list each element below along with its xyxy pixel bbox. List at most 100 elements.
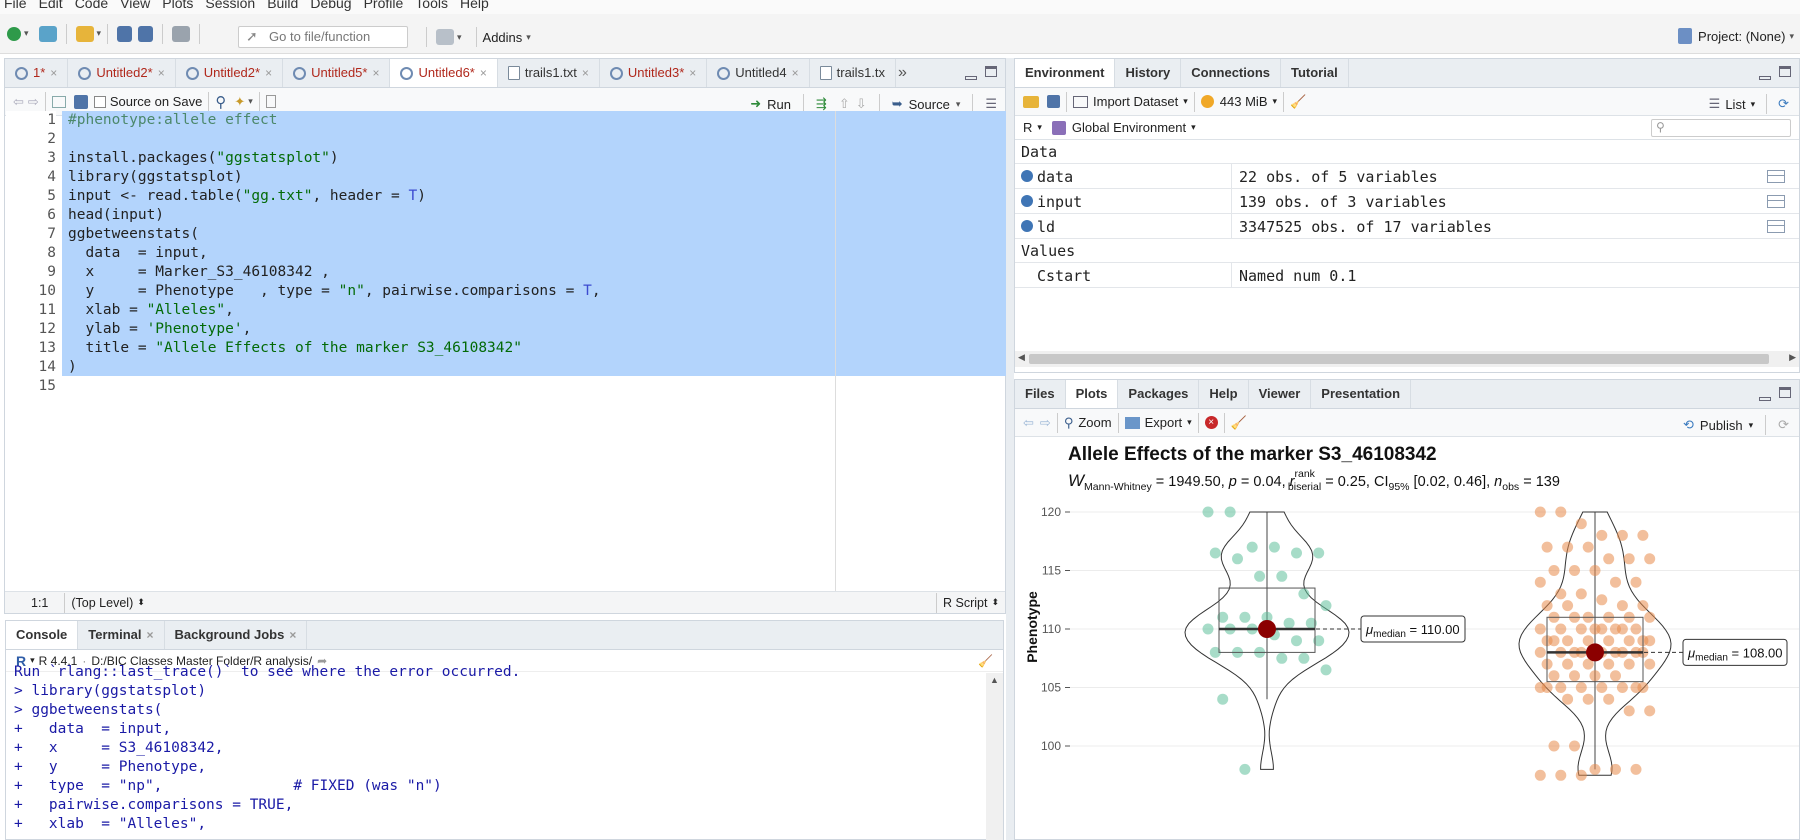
go-to-file-input[interactable]: Go to file/function: [238, 26, 408, 48]
menu-debug[interactable]: Debug: [310, 0, 351, 11]
file-type-selector[interactable]: R Script: [943, 596, 987, 610]
forward-icon[interactable]: ⇨: [28, 94, 39, 110]
console-tab[interactable]: Background Jobs ×: [165, 621, 308, 649]
zoom-button[interactable]: Zoom: [1078, 415, 1111, 430]
import-dataset-button[interactable]: Import Dataset: [1093, 94, 1178, 109]
scope-selector[interactable]: (Top Level): [71, 596, 133, 610]
code-editor[interactable]: 1 2 3 4 5 6 7 8 9 10 11 12 13 14 15 #phenotype:allele …: [6, 111, 1006, 591]
expand-icon[interactable]: [1021, 195, 1033, 207]
env-tab-history[interactable]: History: [1115, 59, 1182, 87]
file-type-dropdown-icon[interactable]: ⬍: [991, 597, 999, 608]
view-data-icon[interactable]: [1767, 220, 1785, 233]
save-doc-icon[interactable]: [73, 94, 88, 109]
publish-button[interactable]: Publish: [1700, 418, 1743, 433]
back-icon[interactable]: ⇦: [13, 94, 24, 110]
env-tab-tutorial[interactable]: Tutorial: [1281, 59, 1349, 87]
files-tab-files[interactable]: Files: [1015, 380, 1066, 408]
export-icon[interactable]: [1124, 416, 1140, 429]
menu-file[interactable]: File: [4, 0, 27, 11]
close-tab-icon[interactable]: ×: [158, 59, 165, 87]
source-icon[interactable]: ➥: [892, 96, 903, 112]
maximize-icon[interactable]: [985, 65, 997, 80]
console-scrollbar[interactable]: ▲: [986, 673, 1003, 840]
print-icon[interactable]: [172, 25, 191, 42]
editor-tab[interactable]: Untitled4 ×: [707, 59, 810, 87]
new-file-icon[interactable]: [7, 26, 21, 41]
refresh-plot-icon[interactable]: ⟳: [1778, 417, 1789, 433]
editor-tab[interactable]: Untitled6* ×: [390, 59, 498, 87]
go-up-icon[interactable]: ⇧: [839, 96, 850, 112]
env-minimize-icon[interactable]: [1759, 62, 1771, 83]
next-plot-icon[interactable]: ⇨: [1040, 415, 1051, 431]
editor-tab[interactable]: 1* ×: [5, 59, 69, 87]
editor-tab[interactable]: trails1.tx: [810, 59, 897, 87]
new-project-icon[interactable]: [38, 25, 57, 42]
editor-tab[interactable]: Untitled2* ×: [68, 59, 176, 87]
more-tabs-icon[interactable]: »: [898, 64, 907, 82]
environment-selector[interactable]: Global Environment: [1072, 120, 1186, 135]
env-maximize-icon[interactable]: [1779, 65, 1791, 80]
menu-build[interactable]: Build: [267, 0, 298, 11]
plots-maximize-icon[interactable]: [1779, 386, 1791, 401]
plots-minimize-icon[interactable]: [1759, 383, 1771, 404]
console-tab[interactable]: Terminal ×: [78, 621, 165, 649]
open-file-icon[interactable]: [75, 25, 94, 42]
editor-tab[interactable]: Untitled5* ×: [283, 59, 391, 87]
expand-icon[interactable]: [1021, 170, 1033, 182]
files-tab-presentation[interactable]: Presentation: [1311, 380, 1412, 408]
compile-report-icon[interactable]: [265, 95, 276, 108]
menu-session[interactable]: Session: [205, 0, 255, 11]
publish-dropdown-icon[interactable]: ▾: [1749, 420, 1754, 431]
wand-dropdown-icon[interactable]: ▾: [248, 96, 253, 107]
clear-plots-icon[interactable]: 🧹: [1231, 415, 1247, 431]
environment-dropdown-icon[interactable]: ▾: [1191, 122, 1196, 133]
save-all-icon[interactable]: [138, 25, 154, 42]
open-file-dropdown-icon[interactable]: ▾: [97, 28, 102, 39]
import-dataset-icon[interactable]: [1073, 95, 1088, 108]
go-down-icon[interactable]: ⇩: [856, 96, 867, 112]
menu-code[interactable]: Code: [75, 0, 108, 11]
view-mode-dropdown-icon[interactable]: ▾: [1751, 99, 1756, 110]
rerun-icon[interactable]: ⇶: [816, 96, 827, 112]
env-row[interactable]: data 22 obs. of 5 variables: [1015, 164, 1799, 189]
env-row[interactable]: ld 3347525 obs. of 17 variables: [1015, 214, 1799, 239]
source-button[interactable]: Source: [909, 97, 950, 112]
menu-edit[interactable]: Edit: [39, 0, 63, 11]
run-icon[interactable]: ➜: [750, 96, 761, 112]
memory-icon[interactable]: [1200, 95, 1214, 108]
load-workspace-icon[interactable]: [1023, 95, 1039, 108]
close-tab-icon[interactable]: ×: [147, 621, 154, 649]
export-button[interactable]: Export: [1145, 415, 1183, 430]
publish-icon[interactable]: ⟲: [1683, 417, 1694, 433]
close-tab-icon[interactable]: ×: [289, 621, 296, 649]
env-row[interactable]: Cstart Named num 0.1: [1015, 263, 1799, 288]
memory-dropdown-icon[interactable]: ▾: [1273, 96, 1278, 107]
remove-plot-icon[interactable]: ×: [1204, 416, 1218, 429]
pane-layout-icon[interactable]: [436, 29, 454, 45]
close-tab-icon[interactable]: ×: [689, 59, 696, 87]
addins-menu[interactable]: Addins: [483, 30, 523, 45]
menu-tools[interactable]: Tools: [415, 0, 448, 11]
env-row[interactable]: input 139 obs. of 3 variables: [1015, 189, 1799, 214]
minimize-icon[interactable]: [965, 62, 977, 83]
editor-tab[interactable]: Untitled2* ×: [176, 59, 284, 87]
files-tab-help[interactable]: Help: [1199, 380, 1249, 408]
addins-dropdown-icon[interactable]: ▾: [526, 32, 531, 43]
scope-dropdown-icon[interactable]: ⬍: [137, 597, 145, 608]
view-mode-selector[interactable]: List: [1725, 97, 1745, 112]
menu-view[interactable]: View: [120, 0, 150, 11]
new-file-dropdown-icon[interactable]: ▾: [24, 28, 29, 39]
run-button[interactable]: Run: [767, 97, 791, 112]
close-tab-icon[interactable]: ×: [372, 59, 379, 87]
files-tab-viewer[interactable]: Viewer: [1249, 380, 1312, 408]
menu-plots[interactable]: Plots: [162, 0, 193, 11]
list-icon[interactable]: ☰: [1709, 96, 1721, 112]
search-icon[interactable]: ⚲: [215, 93, 226, 111]
pane-splitter[interactable]: [1006, 58, 1014, 840]
save-workspace-icon[interactable]: [1047, 95, 1060, 108]
environment-search-input[interactable]: ⚲: [1651, 119, 1791, 137]
previous-plot-icon[interactable]: ⇦: [1023, 415, 1034, 431]
source-dropdown-icon[interactable]: ▾: [956, 99, 961, 110]
editor-tab[interactable]: trails1.txt ×: [498, 59, 600, 87]
menu-profile[interactable]: Profile: [364, 0, 404, 11]
